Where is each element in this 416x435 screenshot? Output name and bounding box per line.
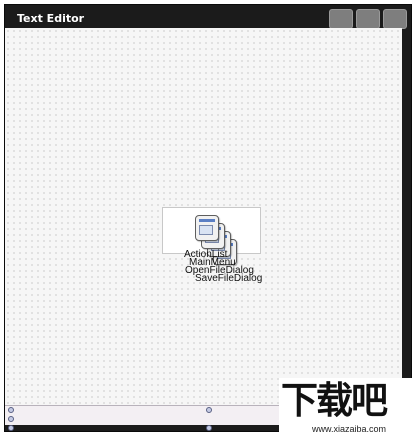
close-button[interactable] — [383, 9, 407, 29]
actionlist-component-icon[interactable] — [195, 215, 219, 241]
resize-handle[interactable] — [8, 425, 14, 431]
watermark-url: www.xiazaiba.com — [312, 424, 387, 434]
minimize-button[interactable] — [329, 9, 353, 29]
watermark-logo-text: 下载吧 — [281, 379, 388, 422]
window-title: Text Editor — [17, 12, 85, 25]
resize-handle[interactable] — [8, 407, 14, 413]
screen: Text Editor ActionList MainMenu OpenFile… — [0, 0, 416, 435]
resize-handle[interactable] — [8, 416, 14, 422]
resize-handle[interactable] — [206, 407, 212, 413]
maximize-button[interactable] — [356, 9, 380, 29]
savefiledialog-label: SaveFileDialog — [195, 273, 263, 284]
resize-handle[interactable] — [206, 425, 212, 431]
site-watermark: 下载吧 www.xiazaiba.com — [279, 378, 416, 435]
